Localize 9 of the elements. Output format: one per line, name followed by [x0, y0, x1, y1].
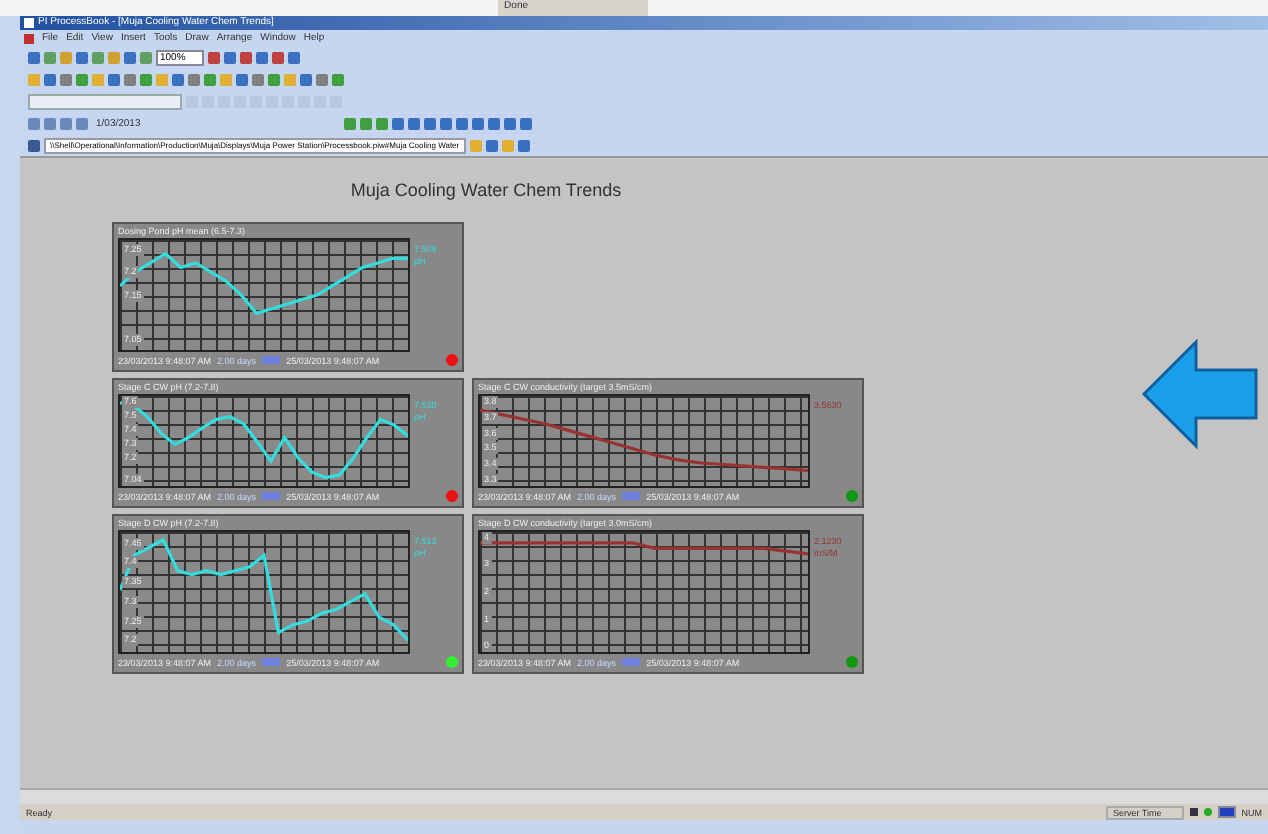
display-title: Muja Cooling Water Chem Trends	[348, 178, 624, 204]
left-arrow-icon	[1140, 338, 1260, 450]
horizontal-scrollbar[interactable]	[20, 788, 1268, 804]
server-icon	[1189, 808, 1198, 816]
back-icon[interactable]	[28, 139, 40, 151]
connection-icon	[1203, 808, 1212, 816]
document-icon[interactable]	[24, 33, 34, 43]
monitor-icon	[1217, 806, 1236, 818]
font-dropdown[interactable]	[28, 93, 182, 109]
